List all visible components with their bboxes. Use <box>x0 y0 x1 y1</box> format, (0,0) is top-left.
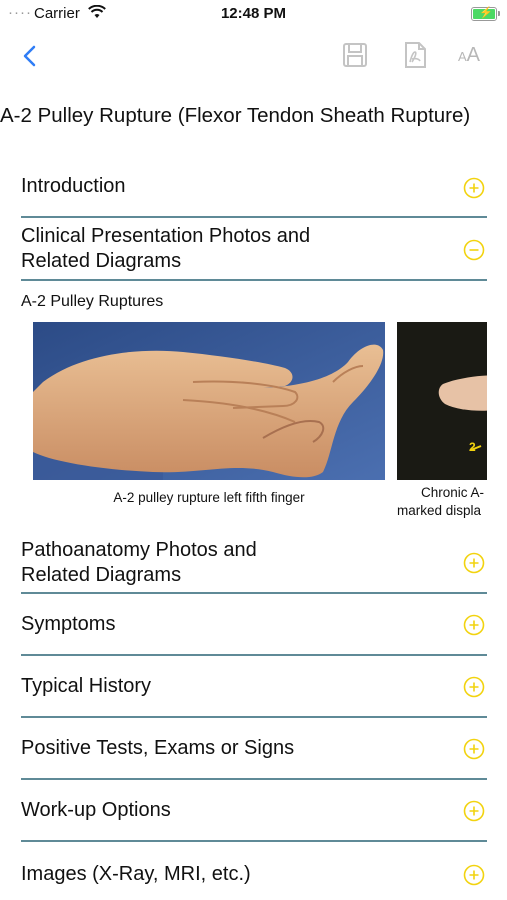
section-positive-tests[interactable]: Positive Tests, Exams or Signs <box>21 718 487 780</box>
expand-plus-icon[interactable] <box>463 552 485 574</box>
section-images[interactable]: Images (X-Ray, MRI, etc.) <box>21 842 487 900</box>
section-label: Work-up Options <box>21 799 171 821</box>
section-label: Images (X-Ray, MRI, etc.) <box>21 863 251 885</box>
navigation-bar: AA <box>0 30 507 80</box>
expand-plus-icon[interactable] <box>463 800 485 822</box>
photo-caption-2-line1: Chronic A- <box>421 485 485 500</box>
section-label-line2: Related Diagrams <box>21 250 182 272</box>
section-label: Introduction <box>21 175 126 197</box>
clinical-photo-hand[interactable] <box>33 322 385 480</box>
section-pathoanatomy[interactable]: Pathoanatomy Photos and Related Diagrams <box>21 532 487 594</box>
section-label: Typical History <box>21 675 152 697</box>
photo-gallery[interactable]: 2 A-2 pulley rupture left fifth finger C… <box>33 322 487 522</box>
photo-caption-2: Chronic A- marked displa <box>397 484 487 520</box>
clinical-photo-chronic[interactable] <box>397 322 487 480</box>
section-clinical-presentation[interactable]: Clinical Presentation Photos and Related… <box>21 218 487 281</box>
expand-plus-icon[interactable] <box>463 614 485 636</box>
expand-plus-icon[interactable] <box>463 738 485 760</box>
status-bar: ···· Carrier 12:48 PM ⚡ <box>0 0 507 26</box>
collapse-minus-icon[interactable] <box>463 239 485 261</box>
text-size-button[interactable]: AA <box>458 44 480 67</box>
section-work-up-options[interactable]: Work-up Options <box>21 780 487 842</box>
save-icon[interactable] <box>340 40 370 70</box>
pdf-export-icon[interactable] <box>400 40 430 70</box>
expand-plus-icon[interactable] <box>463 864 485 886</box>
photo-caption-2-line2: marked displa <box>397 503 482 518</box>
section-introduction[interactable]: Introduction <box>21 164 487 218</box>
section-symptoms[interactable]: Symptoms <box>21 594 487 656</box>
back-chevron-icon[interactable] <box>18 42 42 70</box>
battery-icon: ⚡ <box>471 7 500 21</box>
section-label-line1: Pathoanatomy Photos and <box>21 539 257 561</box>
clock: 12:48 PM <box>220 5 287 22</box>
section-label: Positive Tests, Exams or Signs <box>21 737 295 759</box>
expand-plus-icon[interactable] <box>463 177 485 199</box>
section-label: Symptoms <box>21 613 116 635</box>
page-title: A-2 Pulley Rupture (Flexor Tendon Sheath… <box>0 104 471 127</box>
photo-marker-label: 2 <box>469 440 476 454</box>
expand-plus-icon[interactable] <box>463 676 485 698</box>
section-label-line2: Related Diagrams <box>21 564 182 586</box>
photo-group-heading: A-2 Pulley Ruptures <box>21 293 164 310</box>
photo-caption: A-2 pulley rupture left fifth finger <box>113 490 305 505</box>
section-typical-history[interactable]: Typical History <box>21 656 487 718</box>
section-label-line1: Clinical Presentation Photos and <box>21 225 311 247</box>
